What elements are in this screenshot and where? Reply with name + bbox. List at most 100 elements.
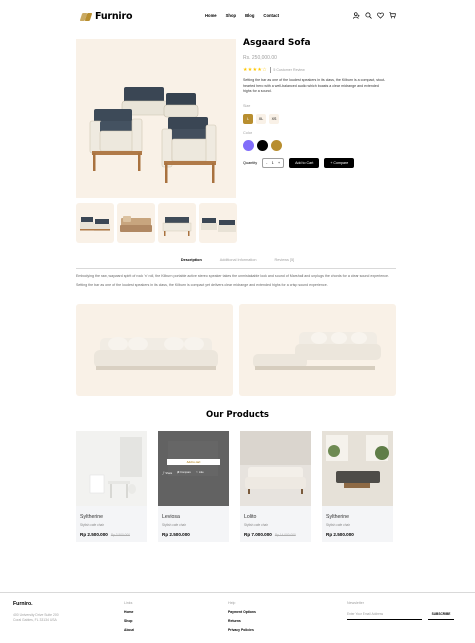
review-count[interactable]: 5 Customer Review [273, 68, 304, 72]
tab-reviews[interactable]: Reviews [5] [275, 258, 295, 262]
sofa-image-2 [239, 304, 396, 396]
product-card-subtitle: Stylish cafe chair [244, 523, 269, 527]
quantity-value[interactable]: 1 [272, 161, 274, 165]
heart-icon[interactable] [377, 12, 384, 19]
footer-link-about[interactable]: About [124, 628, 134, 632]
subscribe-button[interactable]: SUBSCRIBE [428, 612, 454, 620]
product-card-subtitle: Stylish cafe chair [326, 523, 351, 527]
product-grid: Syltherine Stylish cafe chair Rp 2.500.0… [76, 431, 393, 542]
nav-blog[interactable]: Blog [245, 13, 254, 18]
product-card[interactable]: Syltherine Stylish cafe chair Rp 2.500.0… [76, 431, 147, 542]
product-card[interactable]: Add to cart ⤴ Share ⇄ Compare ♡ Like Lev… [158, 431, 229, 542]
tab-additional-information[interactable]: Additional Information [220, 258, 257, 262]
like-label: Like [198, 471, 204, 474]
tabs-divider [76, 268, 396, 269]
product-card-old-price: Rp 3.500.000 [110, 533, 130, 537]
newsletter-form: Enter Your Email Address SUBSCRIBE [347, 612, 454, 620]
product-description: Setting the bar as one of the loudest sp… [243, 78, 386, 93]
overlay-add-to-cart-button[interactable]: Add to cart [167, 459, 220, 465]
product-card-image [322, 431, 393, 506]
like-icon: ♡ [195, 471, 199, 474]
nav-contact[interactable]: Contact [263, 13, 279, 18]
description-paragraph-1: Embodying the raw, wayward spirit of roc… [76, 274, 390, 278]
share-label: Share [165, 472, 173, 475]
description-paragraph-2: Setting the bar as one of the loudest sp… [76, 282, 328, 287]
brand-logo[interactable]: Furniro [79, 11, 132, 22]
footer-link-privacy-policies[interactable]: Privacy Policies [228, 628, 256, 632]
product-card-price: Rp 7.000.000 Rp 14.000.000 [244, 532, 296, 537]
footer-links-heading: Links [124, 601, 133, 605]
product-card-subtitle: Stylish cafe chair [162, 523, 187, 527]
search-icon[interactable] [365, 12, 372, 19]
compare-button[interactable]: + Compare [324, 158, 355, 168]
product-tabs: Description Additional Information Revie… [0, 258, 475, 262]
product-card-price: Rp 2.500.000 Rp 3.500.000 [80, 532, 130, 537]
footer-link-returns[interactable]: Returns [228, 619, 256, 623]
color-swatch-gold[interactable] [271, 140, 282, 151]
size-option-xs[interactable]: XS [269, 114, 279, 124]
thumbnail-1[interactable] [76, 203, 114, 243]
footer-links: Links Home Shop About [124, 601, 134, 637]
tab-description[interactable]: Description [181, 258, 202, 262]
nav-home[interactable]: Home [205, 13, 217, 18]
footer-brand: Furniro. [13, 601, 33, 607]
product-card-name: Lolito [244, 514, 257, 520]
footer-link-home[interactable]: Home [124, 610, 134, 614]
product-card-current-price: Rp 2.500.000 [326, 532, 354, 537]
user-icon[interactable] [353, 12, 360, 19]
product-card-current-price: Rp 2.500.000 [80, 532, 108, 537]
thumbnail-4[interactable] [199, 203, 237, 243]
product-title: Asgaard Sofa [243, 38, 311, 48]
size-selector: L XL XS [243, 114, 279, 124]
footer-help-heading: Help [228, 601, 236, 605]
product-card-image: Add to cart ⤴ Share ⇄ Compare ♡ Like [158, 431, 229, 506]
color-swatch-purple[interactable] [243, 140, 254, 151]
product-card-name: Syltherine [326, 514, 350, 520]
purchase-row: Quantity - 1 + Add to Cart + Compare [243, 158, 355, 168]
color-label: Color [243, 131, 253, 135]
quantity-increase-button[interactable]: + [278, 161, 280, 165]
product-rating: ★★★★☆ 5 Customer Review [243, 67, 305, 73]
thumbnail-2[interactable] [117, 203, 155, 243]
product-card-price: Rp 2.500.000 [162, 532, 190, 537]
product-card-current-price: Rp 7.000.000 [244, 532, 272, 537]
sofa-image-1 [76, 304, 233, 396]
footer-address: 400 University Drive Suite 200 Coral Gab… [13, 613, 59, 623]
quantity-decrease-button[interactable]: - [266, 161, 267, 165]
newsletter-heading: Newsletter [347, 601, 364, 605]
add-to-cart-button[interactable]: Add to Cart [289, 158, 320, 168]
share-action[interactable]: ⤴ Share [162, 471, 172, 475]
size-option-l[interactable]: L [243, 114, 253, 124]
product-card-image [240, 431, 311, 506]
newsletter-email-input[interactable]: Enter Your Email Address [347, 612, 422, 620]
thumbnail-3[interactable] [158, 203, 196, 243]
quantity-label: Quantity [243, 161, 258, 165]
footer-newsletter: Newsletter Enter Your Email Address SUBS… [347, 601, 454, 620]
footer-divider [0, 592, 475, 593]
header-actions [353, 12, 396, 19]
product-card-price: Rp 2.500.000 [326, 532, 354, 537]
nav-shop[interactable]: Shop [226, 13, 236, 18]
product-card[interactable]: Lolito Stylish cafe chair Rp 7.000.000 R… [240, 431, 311, 542]
like-action[interactable]: ♡ Like [196, 471, 204, 475]
product-card-name: Syltherine [80, 514, 104, 520]
cart-icon[interactable] [389, 12, 396, 19]
product-card-image [76, 431, 147, 506]
our-products-title: Our Products [206, 410, 269, 420]
site-header: Furniro Home Shop Blog Contact [0, 0, 475, 34]
size-label: Size [243, 104, 251, 108]
footer-link-shop[interactable]: Shop [124, 619, 134, 623]
size-option-xl[interactable]: XL [256, 114, 266, 124]
product-hover-overlay: Add to cart ⤴ Share ⇄ Compare ♡ Like [158, 431, 229, 506]
quantity-stepper: - 1 + [262, 158, 285, 168]
product-main-image [76, 39, 236, 198]
main-nav: Home Shop Blog Contact [205, 13, 279, 18]
product-card[interactable]: Syltherine Stylish cafe chair Rp 2.500.0… [322, 431, 393, 542]
product-card-old-price: Rp 14.000.000 [274, 533, 296, 537]
compare-action[interactable]: ⇄ Compare [177, 471, 191, 475]
product-card-subtitle: Stylish cafe chair [80, 523, 105, 527]
thumbnail-strip [76, 203, 237, 243]
color-swatch-black[interactable] [257, 140, 268, 151]
footer-link-payment-options[interactable]: Payment Options [228, 610, 256, 614]
product-card-name: Leviosa [162, 514, 180, 520]
